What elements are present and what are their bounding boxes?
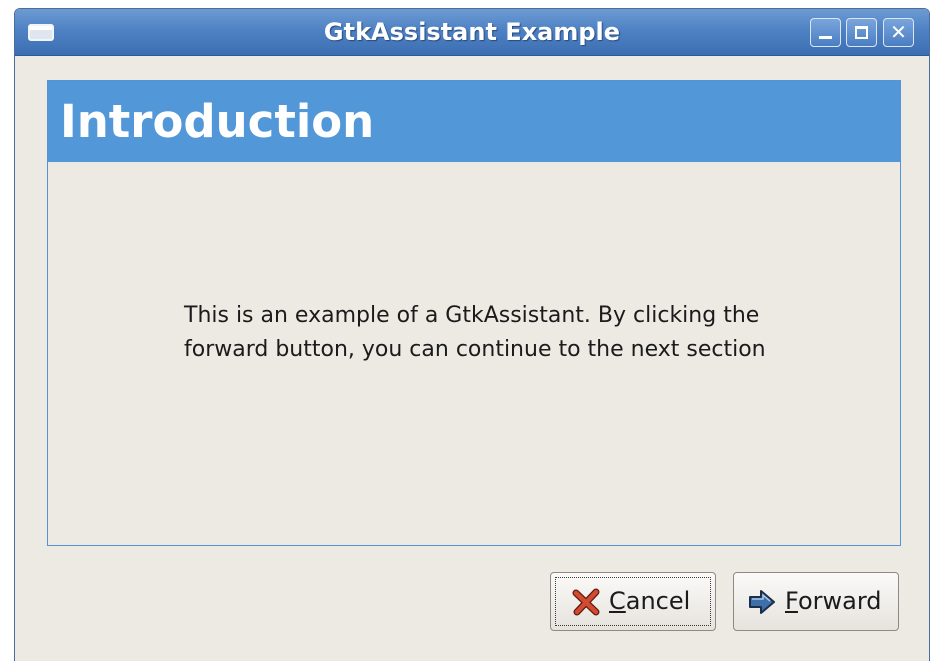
window-title: GtkAssistant Example — [323, 18, 621, 46]
cancel-mnemonic: C — [609, 587, 626, 615]
forward-label: Forward — [785, 573, 882, 630]
title-bar[interactable]: GtkAssistant Example ✕ — [15, 9, 929, 56]
maximize-button[interactable] — [846, 18, 877, 47]
close-icon: ✕ — [890, 20, 907, 44]
forward-label-rest: orward — [797, 587, 882, 615]
minimize-icon — [819, 36, 832, 39]
cancel-x-icon — [572, 588, 600, 616]
cancel-label-rest: ancel — [625, 587, 691, 615]
forward-button[interactable]: Forward — [733, 572, 899, 631]
cancel-button[interactable]: Cancel — [550, 572, 716, 631]
maximize-icon — [855, 26, 868, 39]
minimize-button[interactable] — [810, 18, 841, 47]
close-button[interactable]: ✕ — [883, 18, 914, 47]
page-header: Introduction — [48, 81, 900, 162]
forward-mnemonic: F — [785, 587, 798, 615]
cancel-label: Cancel — [609, 573, 690, 630]
page-title: Introduction — [60, 95, 375, 148]
page-description: This is an example of a GtkAssistant. By… — [184, 303, 766, 362]
assistant-page: Introduction This is an example of a Gtk… — [47, 80, 901, 546]
forward-arrow-icon — [749, 590, 775, 614]
assistant-window: GtkAssistant Example ✕ Introduction This… — [14, 8, 930, 661]
